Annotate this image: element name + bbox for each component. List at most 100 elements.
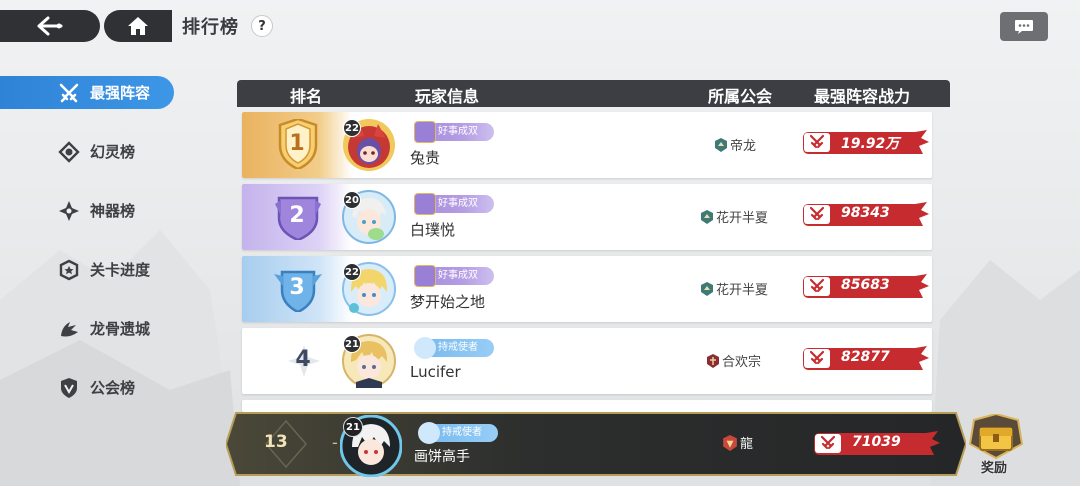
- help-button[interactable]: ?: [251, 15, 273, 37]
- title-text: 好事成双: [438, 270, 478, 281]
- rank-change: -: [332, 433, 338, 452]
- sidebar-item-spirit[interactable]: 幻灵榜: [0, 135, 180, 168]
- sidebar-item-guild[interactable]: 公会榜: [0, 371, 180, 404]
- sidebar-item-label: 幻灵榜: [90, 143, 136, 161]
- crossed-swords-icon: [809, 134, 825, 149]
- title-badge: 持戒使者: [414, 337, 494, 359]
- my-guild-name: 龍: [722, 433, 753, 452]
- guild-emblem-icon: [707, 353, 719, 368]
- guild-emblem-icon: [701, 281, 713, 296]
- power-value: 19.92万: [841, 136, 900, 152]
- badge-icon: [418, 422, 440, 444]
- badge-icon: [414, 193, 436, 215]
- title-badge: 好事成双: [414, 121, 494, 143]
- player-level: 21: [343, 335, 361, 353]
- back-button[interactable]: [0, 10, 100, 42]
- my-rank-bar[interactable]: 13 - 21 持戒使者 画饼高手 龍 71039: [226, 411, 966, 477]
- power-value: 71039: [852, 434, 901, 450]
- ranking-table: 排名 玩家信息 所属公会 最强阵容战力 1 22 好事成双 兔贵 帝龙 19.9…: [237, 80, 950, 412]
- power-value: 85683: [841, 277, 890, 293]
- page-title: 排行榜: [182, 17, 239, 38]
- power-value: 82877: [841, 349, 890, 365]
- sidebar-item-label: 龙骨遗城: [90, 320, 151, 338]
- player-name: 兔贵: [410, 149, 441, 167]
- crossed-swords-icon: [809, 206, 825, 221]
- home-button[interactable]: [104, 10, 172, 42]
- my-player-name: 画饼高手: [414, 449, 470, 465]
- title-text: 持戒使者: [438, 342, 478, 353]
- chat-bubble-icon: [1015, 19, 1033, 34]
- badge-icon: [414, 265, 436, 287]
- badge-icon: [414, 121, 436, 143]
- player-level: 22: [343, 119, 361, 137]
- crossed-swords-icon: [809, 350, 825, 365]
- column-power: 最强阵容战力: [814, 87, 911, 106]
- sidebar-item-label: 公会榜: [90, 379, 136, 397]
- guild-label: 花开半夏: [716, 283, 769, 298]
- crossed-swords-icon: [809, 278, 825, 293]
- player-name: 梦开始之地: [410, 293, 486, 311]
- guild-emblem-icon: [715, 137, 727, 152]
- player-name: Lucifer: [410, 363, 461, 381]
- player-level: 20: [343, 191, 361, 209]
- title-text: 持戒使者: [442, 427, 482, 438]
- reward-label[interactable]: 奖励: [981, 457, 1007, 476]
- guild-emblem-icon: [723, 434, 737, 451]
- guild-label: 龍: [740, 437, 754, 452]
- column-player-info: 玩家信息: [415, 87, 480, 106]
- power-badge: 85683: [803, 274, 929, 298]
- top-bar: 排行榜 ?: [0, 10, 273, 42]
- power-badge: 82877: [803, 346, 929, 370]
- table-header: 排名 玩家信息 所属公会 最强阵容战力: [237, 80, 950, 107]
- category-sidebar: 最强阵容 幻灵榜 神器榜 关卡进度 龙骨遗城 公会榜: [0, 76, 180, 430]
- sidebar-item-artifact[interactable]: 神器榜: [0, 194, 180, 227]
- rank-number: 2: [289, 203, 305, 228]
- rank-number: 3: [289, 275, 305, 300]
- sidebar-item-label: 关卡进度: [90, 261, 151, 279]
- guild-shield-icon: [61, 378, 77, 398]
- badge-icon: [414, 337, 436, 359]
- back-arrow-icon: [37, 16, 63, 36]
- power-value: 98343: [841, 205, 890, 221]
- artifact-icon: [59, 201, 79, 221]
- dragon-icon: [61, 322, 78, 337]
- power-badge: 98343: [803, 202, 929, 226]
- my-rank-number: 13: [264, 432, 288, 452]
- title-badge: 好事成双: [414, 265, 494, 287]
- guild-name: 花开半夏: [700, 279, 768, 298]
- crossed-swords-icon: [59, 83, 79, 103]
- player-level: 22: [343, 263, 361, 281]
- my-title-badge: 持戒使者: [418, 422, 498, 444]
- sidebar-item-label: 神器榜: [90, 202, 136, 220]
- title-text: 好事成双: [438, 198, 478, 209]
- column-rank: 排名: [290, 87, 323, 106]
- my-power-badge: 71039: [814, 431, 940, 455]
- rank-number: 1: [289, 131, 305, 156]
- guild-label: 帝龙: [730, 139, 757, 154]
- guild-name: 花开半夏: [700, 207, 768, 226]
- guild-label: 花开半夏: [716, 211, 769, 226]
- guild-name: 合欢宗: [706, 351, 761, 370]
- guild-emblem-icon: [701, 209, 713, 224]
- table-row[interactable]: 3 22 好事成双 梦开始之地 花开半夏 85683: [242, 256, 932, 322]
- power-badge: 19.92万: [803, 130, 929, 154]
- my-level: 21: [343, 417, 363, 437]
- stage-icon: [59, 259, 79, 281]
- sidebar-item-stage-progress[interactable]: 关卡进度: [0, 253, 180, 286]
- sidebar-item-label: 最强阵容: [90, 84, 151, 102]
- guild-label: 合欢宗: [722, 355, 762, 370]
- title-badge: 好事成双: [414, 193, 494, 215]
- crossed-swords-icon: [820, 435, 836, 450]
- table-row[interactable]: 1 22 好事成双 兔贵 帝龙 19.92万: [242, 112, 932, 178]
- table-row[interactable]: 4 21 持戒使者 Lucifer 合欢宗 82877: [242, 328, 932, 394]
- chat-button[interactable]: [1000, 12, 1048, 41]
- table-row[interactable]: 2 20 好事成双 白璞悦 花开半夏 98343: [242, 184, 932, 250]
- sidebar-item-strongest-lineup[interactable]: 最强阵容: [0, 76, 174, 109]
- title-text: 好事成双: [438, 126, 478, 137]
- player-name: 白璞悦: [410, 221, 456, 239]
- column-guild: 所属公会: [708, 87, 773, 106]
- guild-name: 帝龙: [714, 135, 756, 154]
- sidebar-item-dragon-ruins[interactable]: 龙骨遗城: [0, 312, 180, 345]
- home-icon: [128, 17, 148, 35]
- spirit-icon: [58, 141, 80, 163]
